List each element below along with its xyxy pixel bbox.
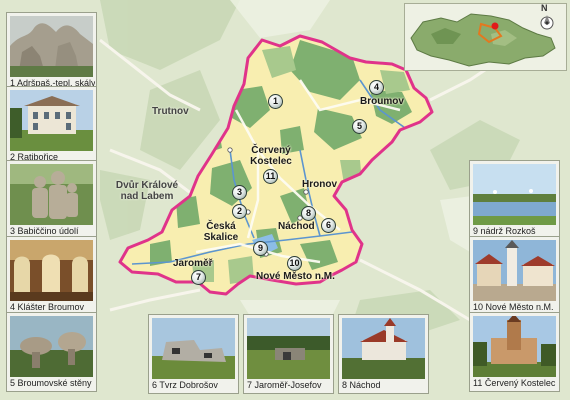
town-label-trutnov: Trutnov — [152, 106, 189, 117]
map-marker-6[interactable]: 6 — [321, 218, 336, 233]
thumbnail-caption: 7 Jaroměř-Josefov — [247, 380, 322, 390]
thumbnail-caption: 8 Náchod — [342, 380, 381, 390]
thumbnail-jaromer-josefov[interactable]: 7 Jaroměř-Josefov — [243, 314, 334, 394]
map-marker-9[interactable]: 9 — [253, 241, 268, 256]
photo-cerveny-kostelec — [473, 316, 556, 377]
thumbnail-caption: 6 Tvrz Dobrošov — [152, 380, 218, 390]
town-label-line: Červený — [251, 145, 291, 156]
thumbnail-nachod-castle[interactable]: 8 Náchod — [338, 314, 429, 394]
map-marker-11[interactable]: 11 — [263, 169, 278, 184]
town-label-ceska-skalice: Česká Skalice — [200, 221, 242, 243]
thumbnail-adrspach-rocks[interactable]: 1 Adršpaš.-tepl. skály — [6, 12, 97, 92]
photo-adrspach-rocks — [10, 16, 93, 77]
town-label-line: Skalice — [203, 232, 239, 243]
map-marker-1[interactable]: 1 — [268, 94, 283, 109]
photo-nove-mesto — [473, 240, 556, 301]
thumbnail-tvrz-dobrosov[interactable]: 6 Tvrz Dobrošov — [148, 314, 239, 394]
map-marker-2[interactable]: 2 — [232, 204, 247, 219]
town-label-line: Dvůr Králové — [115, 180, 179, 191]
photo-tvrz-dobrosov — [152, 318, 235, 379]
thumbnail-cerveny-kostelec[interactable]: 11 Červený Kostelec — [469, 312, 560, 392]
town-label-line: Česká — [206, 221, 236, 232]
photo-nadrz-rozkos — [473, 164, 556, 225]
photo-babiccino-udoli — [10, 164, 93, 225]
town-label-line: Kostelec — [250, 156, 292, 167]
photo-ratiborice — [10, 90, 93, 151]
compass-north-label: N — [541, 3, 548, 13]
town-label-broumov: Broumov — [360, 96, 404, 107]
town-label-hronov: Hronov — [302, 179, 337, 190]
thumbnail-ratiborice[interactable]: 2 Ratibořice — [6, 86, 97, 166]
town-label-nove-mesto: Nové Město n.M. — [256, 271, 335, 282]
town-label-cerveny-kostelec: Červený Kostelec — [248, 145, 294, 167]
map-marker-7[interactable]: 7 — [191, 270, 206, 285]
town-label-jaromer: Jaroměř — [173, 258, 213, 269]
compass-icon[interactable]: N — [539, 3, 555, 33]
thumbnail-caption: 11 Červený Kostelec — [473, 378, 556, 388]
map-marker-8[interactable]: 8 — [301, 206, 316, 221]
map-marker-10[interactable]: 10 — [287, 256, 302, 271]
thumbnail-babiccino-udoli[interactable]: 3 Babiččino údolí — [6, 160, 97, 240]
photo-klaster-broumov — [10, 240, 93, 301]
thumbnail-nadrz-rozkos[interactable]: 9 nádrž Rozkoš — [469, 160, 560, 240]
photo-jaromer-josefov — [247, 318, 330, 379]
map-marker-5[interactable]: 5 — [352, 119, 367, 134]
map-container: Trutnov Broumov Červený Kostelec Hronov … — [0, 0, 570, 400]
town-label-nachod: Náchod — [278, 221, 315, 232]
map-marker-3[interactable]: 3 — [232, 185, 247, 200]
town-label-line: nad Labem — [120, 191, 174, 202]
thumbnail-nove-mesto[interactable]: 10 Nové Město n.M. — [469, 236, 560, 316]
photo-broumovske-steny — [10, 316, 93, 377]
town-label-dvur-kralove: Dvůr Králové nad Labem — [112, 180, 182, 202]
map-marker-4[interactable]: 4 — [369, 80, 384, 95]
thumbnail-caption: 5 Broumovské stěny — [10, 378, 92, 388]
photo-nachod-castle — [342, 318, 425, 379]
thumbnail-klaster-broumov[interactable]: 4 Klášter Broumov — [6, 236, 97, 316]
thumbnail-broumovske-steny[interactable]: 5 Broumovské stěny — [6, 312, 97, 392]
